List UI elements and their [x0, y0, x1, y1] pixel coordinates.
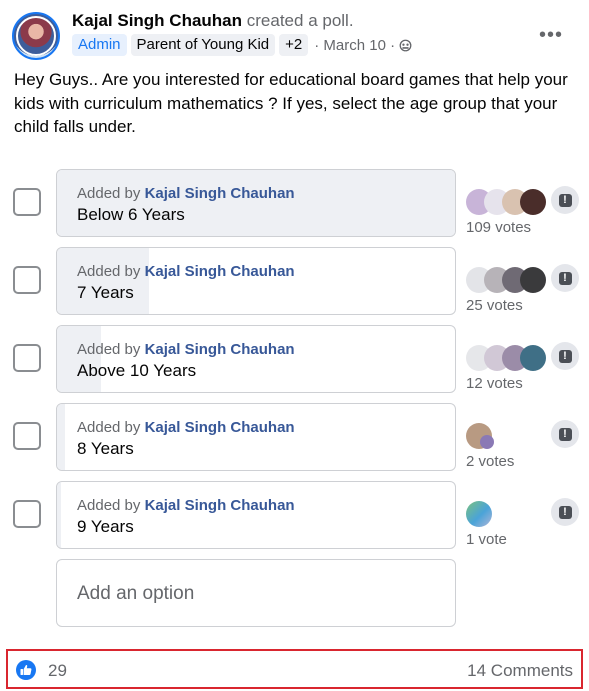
option-label: 8 Years	[77, 439, 134, 458]
option-label: 7 Years	[77, 283, 134, 302]
post-text: Hey Guys.. Are you interested for educat…	[14, 70, 568, 136]
voter-avatars[interactable]	[466, 267, 546, 293]
poll-option[interactable]: Added by Kajal Singh Chauhan Above 10 Ye…	[56, 325, 456, 393]
comments-count[interactable]: 14 Comments	[467, 661, 573, 681]
vote-count[interactable]: 109 votes	[466, 219, 531, 236]
poll-option[interactable]: Added by Kajal Singh Chauhan 7 Years	[56, 247, 456, 315]
voter-avatar	[480, 435, 494, 449]
added-by-line: Added by Kajal Singh Chauhan	[77, 496, 295, 516]
voter-avatar	[466, 501, 492, 527]
added-by-prefix: Added by	[77, 185, 141, 202]
option-label: 9 Years	[77, 517, 134, 536]
vote-count[interactable]: 2 votes	[466, 453, 514, 470]
vote-count[interactable]: 25 votes	[466, 297, 523, 314]
option-label: Below 6 Years	[77, 205, 185, 224]
badge-admin[interactable]: Admin	[72, 34, 127, 56]
added-by-name[interactable]: Kajal Singh Chauhan	[145, 419, 295, 436]
voter-avatar	[520, 267, 546, 293]
added-by-name[interactable]: Kajal Singh Chauhan	[145, 497, 295, 514]
badge-parent[interactable]: Parent of Young Kid	[130, 34, 276, 56]
added-by-line: Added by Kajal Singh Chauhan	[77, 184, 295, 204]
added-by-prefix: Added by	[77, 341, 141, 358]
poll-option[interactable]: Added by Kajal Singh Chauhan Below 6 Yea…	[56, 169, 456, 237]
voter-avatars[interactable]	[466, 501, 546, 527]
report-option-icon[interactable]: !	[551, 186, 579, 214]
poll-post: Kajal Singh Chauhan created a poll. Admi…	[0, 0, 589, 691]
voter-avatars[interactable]	[466, 423, 546, 449]
option-checkbox[interactable]	[13, 422, 41, 450]
more-options-icon[interactable]: •••	[539, 24, 563, 47]
post-header: Kajal Singh Chauhan created a poll. Admi…	[12, 10, 577, 60]
poll-option[interactable]: Added by Kajal Singh Chauhan 8 Years	[56, 403, 456, 471]
voter-avatars[interactable]	[466, 345, 546, 371]
poll-option-row: Added by Kajal Singh Chauhan 7 Years 25 …	[0, 247, 589, 317]
author-name[interactable]: Kajal Singh Chauhan	[72, 11, 242, 30]
like-count[interactable]: 29	[48, 661, 67, 681]
report-option-icon[interactable]: !	[551, 420, 579, 448]
poll-option-row: Added by Kajal Singh Chauhan 9 Years 1 v…	[0, 481, 589, 551]
option-label: Above 10 Years	[77, 361, 197, 380]
option-checkbox[interactable]	[13, 344, 41, 372]
poll-option-row: Added by Kajal Singh Chauhan 8 Years 2 v…	[0, 403, 589, 473]
post-date[interactable]: · March 10 ·	[314, 37, 395, 54]
option-checkbox[interactable]	[13, 266, 41, 294]
badge-more[interactable]: +2	[279, 34, 309, 56]
post-footer: 29 14 Comments	[6, 649, 583, 689]
report-option-icon[interactable]: !	[551, 264, 579, 292]
report-option-icon[interactable]: !	[551, 498, 579, 526]
added-by-prefix: Added by	[77, 419, 141, 436]
report-option-icon[interactable]: !	[551, 342, 579, 370]
added-by-prefix: Added by	[77, 497, 141, 514]
post-action: created a poll.	[246, 11, 354, 30]
like-reaction-icon[interactable]	[16, 660, 36, 680]
option-checkbox[interactable]	[13, 188, 41, 216]
poll-option-row: Added by Kajal Singh Chauhan Above 10 Ye…	[0, 325, 589, 395]
added-by-name[interactable]: Kajal Singh Chauhan	[145, 263, 295, 280]
added-by-line: Added by Kajal Singh Chauhan	[77, 418, 295, 438]
poll-option-row: Added by Kajal Singh Chauhan Below 6 Yea…	[0, 169, 589, 239]
voter-avatars[interactable]	[466, 189, 546, 215]
added-by-line: Added by Kajal Singh Chauhan	[77, 340, 295, 360]
author-avatar[interactable]	[12, 12, 60, 60]
author-meta: Admin Parent of Young Kid +2 · March 10 …	[72, 34, 412, 56]
voter-avatar	[520, 345, 546, 371]
voter-avatar	[520, 189, 546, 215]
added-by-prefix: Added by	[77, 263, 141, 280]
vote-bar	[57, 404, 65, 470]
added-by-line: Added by Kajal Singh Chauhan	[77, 262, 295, 282]
option-checkbox[interactable]	[13, 500, 41, 528]
vote-count[interactable]: 12 votes	[466, 375, 523, 392]
vote-bar	[57, 482, 61, 548]
post-author-line: Kajal Singh Chauhan created a poll.	[72, 10, 354, 32]
vote-count[interactable]: 1 vote	[466, 531, 507, 548]
added-by-name[interactable]: Kajal Singh Chauhan	[145, 341, 295, 358]
added-by-name[interactable]: Kajal Singh Chauhan	[145, 185, 295, 202]
privacy-icon[interactable]	[399, 39, 412, 52]
poll-option[interactable]: Added by Kajal Singh Chauhan 9 Years	[56, 481, 456, 549]
add-option-input[interactable]: Add an option	[56, 559, 456, 627]
